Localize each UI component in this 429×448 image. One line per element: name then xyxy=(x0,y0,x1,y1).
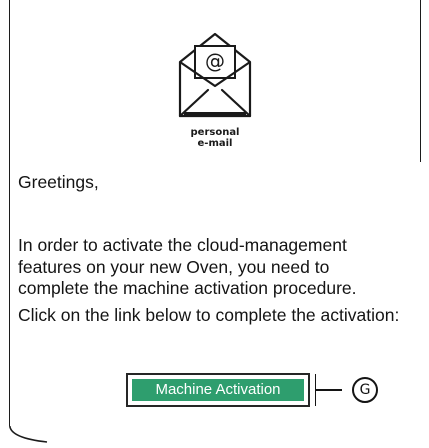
machine-activation-button[interactable]: Machine Activation xyxy=(126,373,310,407)
email-instruction: Click on the link below to complete the … xyxy=(18,305,400,325)
frame-corner-curve xyxy=(9,426,48,443)
email-body-line: In order to activate the cloud-managemen… xyxy=(18,235,347,255)
email-diagram: @ personal e-mail Greetings, In order to… xyxy=(0,0,429,448)
at-sign-glyph: @ xyxy=(205,49,225,73)
icon-caption-line-2: e-mail xyxy=(197,138,233,149)
email-body-line: complete the machine activation procedur… xyxy=(18,278,357,298)
email-body-line: features on your new Oven, you need to xyxy=(18,256,330,277)
email-body-paragraph: In order to activate the cloud-managemen… xyxy=(18,235,423,300)
frame-left-border xyxy=(9,0,10,426)
email-greeting: Greetings, xyxy=(18,172,99,192)
envelope-at-icon: @ xyxy=(178,32,252,118)
machine-activation-button-label[interactable]: Machine Activation xyxy=(132,379,304,401)
frame-right-border xyxy=(420,0,421,162)
callout-label-g: G xyxy=(359,382,371,398)
icon-caption: personal e-mail xyxy=(160,127,270,149)
icon-caption-line-1: personal xyxy=(190,127,240,138)
